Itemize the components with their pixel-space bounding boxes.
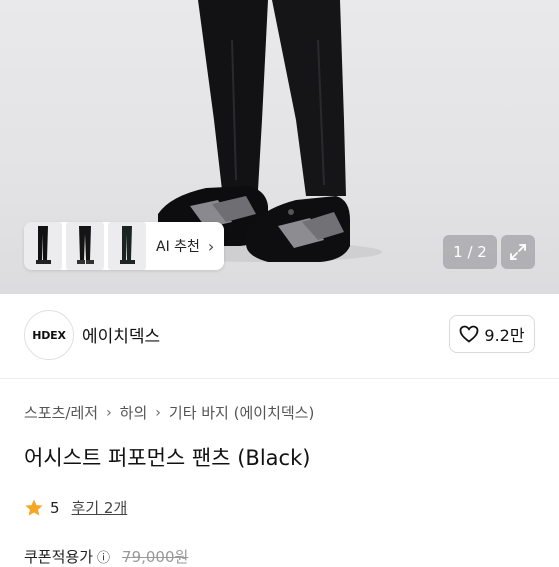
product-title: 어시스트 퍼포먼스 팬츠 (Black)	[24, 446, 311, 470]
expand-icon	[510, 244, 526, 260]
rating-row: 5 후기 2개	[24, 497, 127, 518]
thumbnail-3[interactable]	[108, 222, 146, 270]
breadcrumb-item-bottoms[interactable]: 하의	[120, 402, 148, 423]
chevron-right-icon: ›	[155, 404, 161, 421]
product-image-gallery[interactable]: AI 추천 › 1 / 2	[0, 0, 559, 294]
brand-row: HDEX 에이치덱스 9.2만	[0, 294, 559, 379]
like-count: 9.2만	[484, 326, 525, 345]
thumbnail-strip: AI 추천 ›	[24, 222, 225, 270]
ai-recommend-button[interactable]: AI 추천 ›	[156, 236, 214, 256]
reviews-link[interactable]: 후기 2개	[72, 497, 128, 518]
thumbnail-1[interactable]	[24, 222, 62, 270]
ai-recommend-label: AI 추천	[156, 239, 200, 255]
like-button[interactable]: 9.2만	[449, 315, 535, 353]
expand-button[interactable]	[501, 235, 535, 269]
breadcrumb: 스포츠/레저 › 하의 › 기타 바지 (에이치덱스)	[24, 402, 314, 423]
heart-icon	[460, 325, 479, 343]
chevron-right-icon: ›	[207, 236, 215, 256]
original-price: 79,000원	[122, 548, 189, 566]
info-icon[interactable]: ⓘ	[97, 547, 110, 566]
breadcrumb-item-sports[interactable]: 스포츠/레저	[24, 402, 98, 423]
rating-score: 5	[50, 498, 60, 517]
chevron-right-icon: ›	[106, 404, 112, 421]
image-counter: 1 / 2	[443, 235, 497, 269]
brand-logo[interactable]: HDEX	[24, 310, 74, 360]
star-icon	[25, 499, 43, 516]
coupon-price-label: 쿠폰적용가	[24, 548, 94, 566]
breadcrumb-item-other-pants[interactable]: 기타 바지 (에이치덱스)	[169, 402, 314, 423]
brand-name[interactable]: 에이치덱스	[82, 322, 160, 347]
price-row: 쿠폰적용가 ⓘ 79,000원	[24, 546, 188, 567]
thumbnail-2[interactable]	[66, 222, 104, 270]
